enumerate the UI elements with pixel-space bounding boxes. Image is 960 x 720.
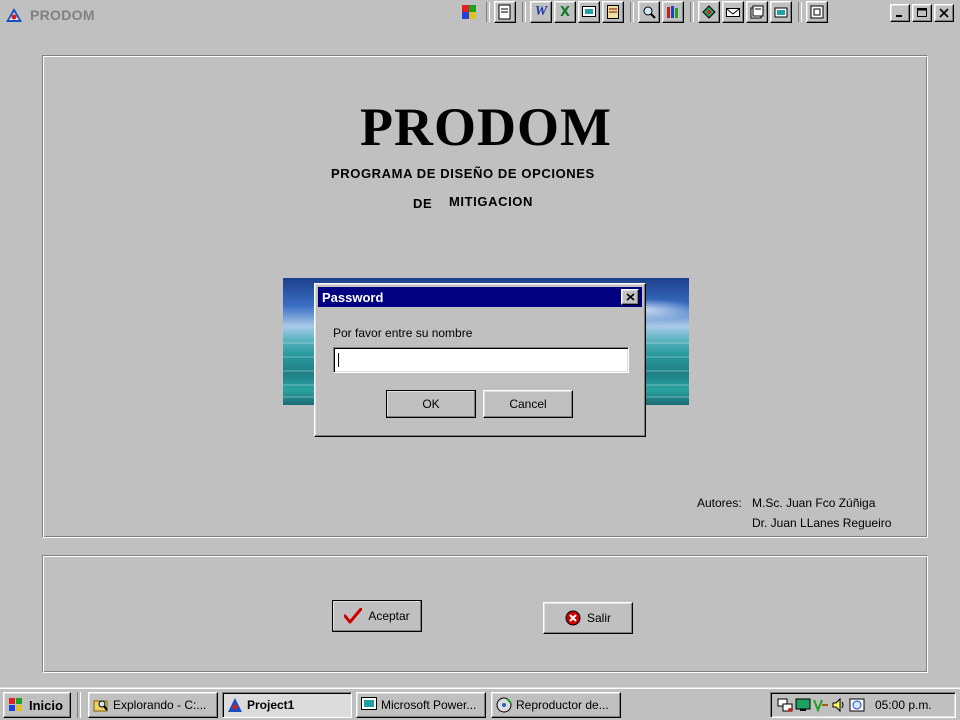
toolbar-separator	[522, 2, 526, 22]
taskbar-separator	[77, 692, 81, 718]
text-caret	[338, 353, 339, 367]
task-label: Project1	[247, 698, 295, 712]
window-controls	[888, 4, 954, 22]
bookshelf-icon[interactable]	[662, 1, 684, 23]
author-name: M.Sc. Juan Fco Zúñiga	[752, 496, 876, 510]
cancel-button[interactable]: Cancel	[483, 390, 573, 418]
window-titlebar: PRODOM W X	[0, 0, 960, 30]
shortcut-icon[interactable]	[806, 1, 828, 23]
access-icon[interactable]	[602, 1, 624, 23]
find-icon[interactable]	[638, 1, 660, 23]
task-label: Reproductor de...	[516, 698, 609, 712]
start-button[interactable]: Inicio	[3, 692, 71, 718]
task-explorer[interactable]: Explorando - C:...	[88, 692, 218, 718]
app-heading: PRODOM	[360, 97, 612, 157]
toolbar-separator	[798, 2, 802, 22]
aceptar-button[interactable]: Aceptar	[332, 600, 422, 632]
task-label: Explorando - C:...	[113, 698, 207, 712]
app-icon	[4, 6, 24, 24]
window-title: PRODOM	[30, 7, 95, 23]
app-icon	[227, 697, 243, 713]
word-icon[interactable]: W	[530, 1, 552, 23]
name-prompt-label: Por favor entre su nombre	[333, 326, 473, 340]
task-project1[interactable]: Project1	[222, 692, 352, 718]
name-input[interactable]	[333, 347, 629, 373]
task-media-player[interactable]: Reproductor de...	[491, 692, 621, 718]
binder-icon[interactable]	[770, 1, 792, 23]
contacts-icon[interactable]	[746, 1, 768, 23]
toolbar-separator	[486, 2, 490, 22]
taskbar: Inicio Explorando - C:... Project1 Micro…	[0, 687, 960, 720]
dialog-title: Password	[322, 290, 384, 305]
toolbar-separator	[630, 2, 634, 22]
ok-button[interactable]: OK	[386, 390, 476, 418]
new-doc-icon[interactable]	[494, 1, 516, 23]
task-powerpoint[interactable]: Microsoft Power...	[356, 692, 486, 718]
command-panel: Aceptar Salir	[42, 555, 928, 673]
office-logo-icon[interactable]	[458, 1, 480, 23]
checkmark-icon	[344, 608, 363, 624]
app-subtitle-line1: PROGRAMA DE DISEÑO DE OPCIONES	[331, 166, 595, 181]
aceptar-label: Aceptar	[368, 609, 410, 623]
explorer-icon	[93, 697, 109, 713]
exit-icon	[565, 610, 581, 626]
monitor-icon[interactable]	[795, 697, 811, 713]
minimize-button[interactable]	[890, 4, 910, 22]
excel-icon[interactable]: X	[554, 1, 576, 23]
task-label: Microsoft Power...	[381, 698, 477, 712]
mail-icon[interactable]	[722, 1, 744, 23]
powerpoint-icon	[361, 697, 377, 713]
system-tray: 05:00 p.m.	[770, 692, 956, 718]
start-label: Inicio	[29, 697, 63, 713]
toolbar-separator	[690, 2, 694, 22]
windows-logo-icon	[7, 697, 25, 713]
ok-label: OK	[422, 397, 440, 411]
salir-button[interactable]: Salir	[543, 602, 633, 634]
volume-icon[interactable]	[831, 697, 847, 713]
password-dialog: Password Por favor entre su nombre OK Ca…	[314, 283, 646, 437]
office-shortcut-bar: W X	[458, 0, 830, 24]
dialog-titlebar: Password	[318, 287, 642, 307]
authors-label: Autores:	[697, 496, 742, 510]
cancel-label: Cancel	[509, 397, 547, 411]
clock: 05:00 p.m.	[875, 698, 932, 712]
tv-icon[interactable]	[813, 697, 829, 713]
app-subtitle-line2-prefix: DE	[413, 196, 433, 211]
salir-label: Salir	[586, 611, 611, 625]
schedule-icon[interactable]	[698, 1, 720, 23]
powerpoint-icon[interactable]	[578, 1, 600, 23]
close-button[interactable]	[934, 4, 954, 22]
dialog-close-button[interactable]	[621, 289, 639, 305]
scheduler-icon[interactable]	[849, 697, 865, 713]
media-player-icon	[496, 697, 512, 713]
maximize-button[interactable]	[912, 4, 932, 22]
app-subtitle-line2: MITIGACION	[449, 194, 533, 209]
network-icon[interactable]	[777, 697, 793, 713]
author-name: Dr. Juan LLanes Regueiro	[752, 516, 892, 530]
